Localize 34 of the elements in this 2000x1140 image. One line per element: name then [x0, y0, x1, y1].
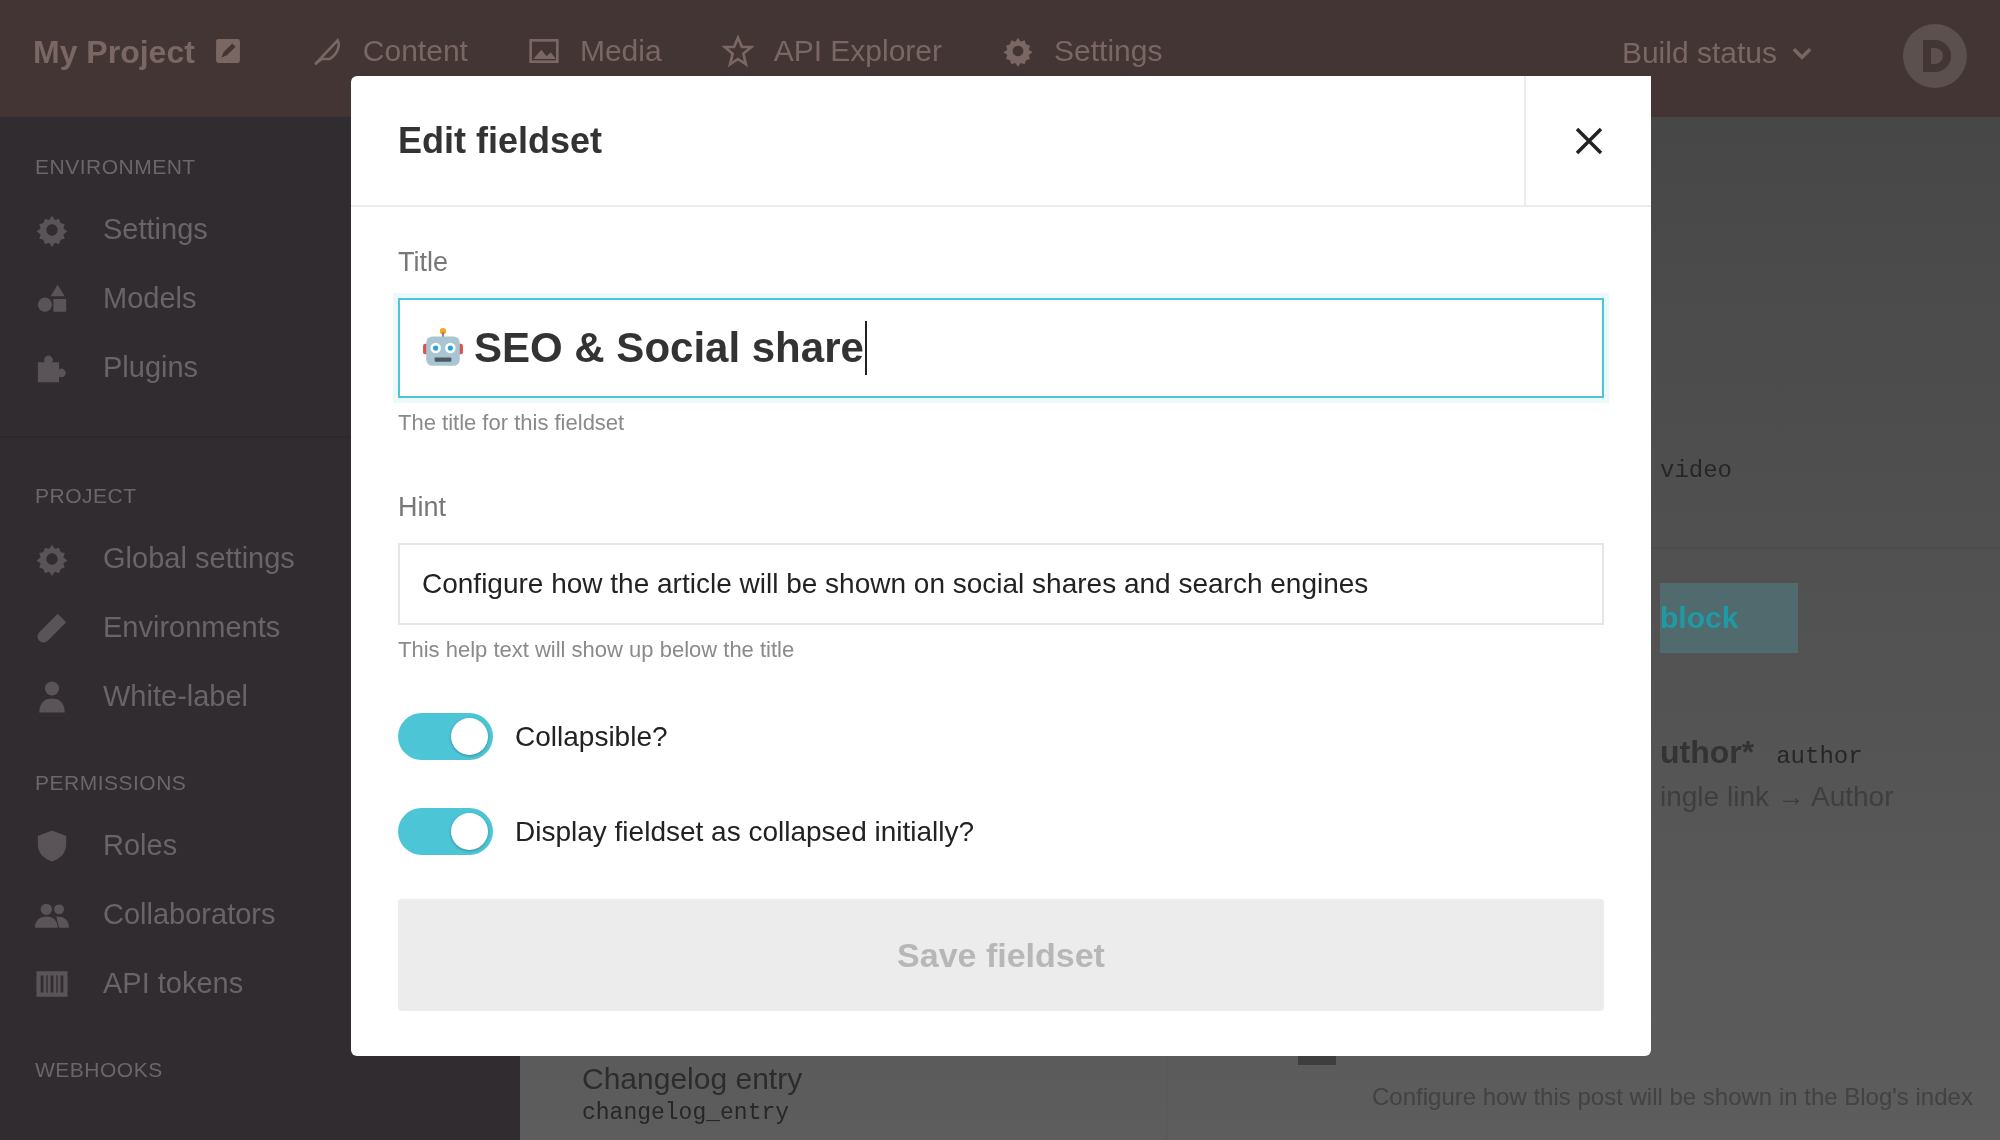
toggle-switch[interactable]: [398, 713, 493, 760]
help-text: The title for this fieldset: [398, 410, 626, 436]
sidebar-item[interactable]: White-label: [103, 680, 249, 713]
toggle-label: Collapsible?: [515, 720, 668, 753]
star-icon: [721, 35, 754, 67]
field-label: Hint: [398, 492, 447, 523]
gear-icon: [1002, 35, 1035, 67]
section-heading: WEBHOOKS: [35, 1058, 163, 1081]
edit-icon[interactable]: [214, 38, 241, 64]
robot-icon: [422, 327, 464, 369]
section-heading: PERMISSIONS: [35, 771, 187, 794]
input-field[interactable]: Configure how the article will be shown on social shares and search engines: [398, 543, 1604, 625]
text-cursor: [864, 321, 867, 375]
avatar-icon[interactable]: [1903, 24, 1967, 88]
model-api-key: changelog_entry: [582, 1100, 1166, 1126]
sidebar-item[interactable]: Plugins: [103, 351, 199, 384]
section-heading: PROJECT: [35, 484, 137, 507]
close-button[interactable]: [1524, 76, 1651, 205]
toggle-switch[interactable]: [398, 808, 493, 855]
help-text: This help text will show up below the title: [398, 637, 796, 663]
sidebar-item[interactable]: Settings: [103, 213, 208, 246]
drag-handle-icon[interactable]: [1298, 1055, 1336, 1065]
field-label: Title: [398, 247, 449, 278]
sidebar-item[interactable]: Collaborators: [103, 898, 276, 931]
sidebar-item[interactable]: Models: [103, 282, 197, 315]
section-heading: ENVIRONMENT: [35, 155, 196, 178]
shield-icon: [35, 828, 69, 863]
toggle-label: Display fieldset as collapsed initially?: [515, 815, 975, 848]
dialog-title: Edit fieldset: [397, 118, 604, 163]
caret-icon: [1791, 45, 1813, 61]
sidebar-item[interactable]: Environments: [103, 611, 281, 644]
sidebar-item[interactable]: Global settings: [103, 542, 295, 575]
sidebar-item[interactable]: Roles: [103, 829, 178, 862]
sidebar-item[interactable]: API tokens: [103, 967, 244, 1000]
